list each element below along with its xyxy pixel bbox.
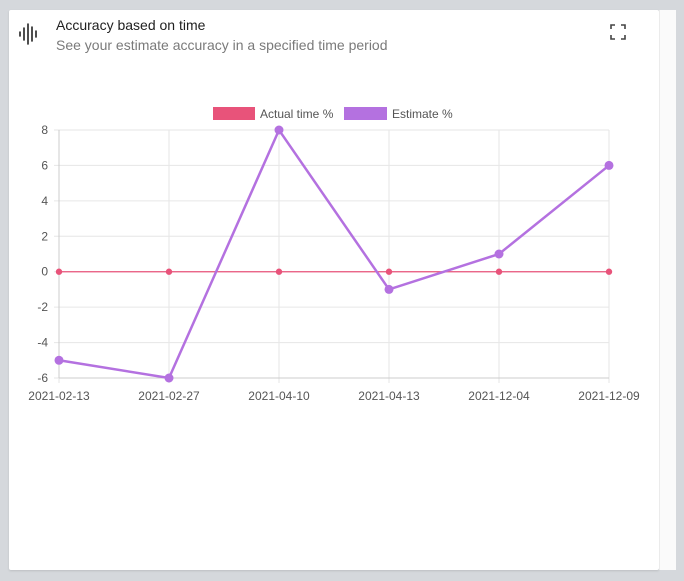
data-point[interactable]: [385, 268, 393, 275]
chart-grid: [54, 129, 610, 383]
y-axis-ticks: 8 6 4 2 0 -2 -4 -6: [37, 123, 48, 385]
data-point[interactable]: [604, 160, 614, 170]
y-tick-label: 6: [41, 158, 48, 172]
y-tick-label: 8: [41, 123, 48, 137]
legend-item[interactable]: Actual time %: [213, 107, 334, 121]
legend-item[interactable]: Estimate %: [344, 107, 453, 121]
x-tick-label: 2021-12-09: [578, 389, 640, 403]
chart-series: [54, 125, 614, 383]
y-tick-label: -2: [37, 300, 48, 314]
chart-legend[interactable]: Actual time % Estimate %: [213, 107, 453, 121]
legend-swatch: [344, 107, 387, 120]
data-point[interactable]: [164, 373, 174, 383]
legend-label: Estimate %: [392, 107, 453, 121]
data-point[interactable]: [54, 355, 64, 365]
data-point[interactable]: [275, 268, 283, 275]
y-tick-label: 4: [41, 194, 48, 208]
y-tick-label: -4: [37, 336, 48, 350]
data-point[interactable]: [55, 268, 63, 275]
x-tick-label: 2021-04-13: [358, 389, 420, 403]
series-0: [55, 268, 613, 275]
x-tick-label: 2021-12-04: [468, 389, 530, 403]
data-point[interactable]: [384, 284, 394, 294]
data-point[interactable]: [605, 268, 613, 275]
data-point[interactable]: [495, 268, 503, 275]
y-tick-label: 0: [41, 265, 48, 279]
legend-swatch: [213, 107, 255, 120]
y-tick-label: 2: [41, 229, 48, 243]
data-point[interactable]: [494, 249, 504, 259]
accuracy-line-chart: Actual time % Estimate % 8 6 4 2 0 -2 -4 -6 2021…: [28, 107, 640, 403]
y-tick-label: -6: [37, 371, 48, 385]
x-tick-label: 2021-02-13: [28, 389, 90, 403]
x-tick-label: 2021-04-10: [248, 389, 310, 403]
series-1: [54, 125, 614, 383]
data-point[interactable]: [274, 125, 284, 135]
series-line: [58, 127, 610, 380]
x-tick-label: 2021-02-27: [138, 389, 200, 403]
data-point[interactable]: [165, 268, 173, 275]
legend-label: Actual time %: [260, 107, 334, 121]
x-axis-ticks: 2021-02-13 2021-02-27 2021-04-10 2021-04-13…: [28, 389, 640, 403]
